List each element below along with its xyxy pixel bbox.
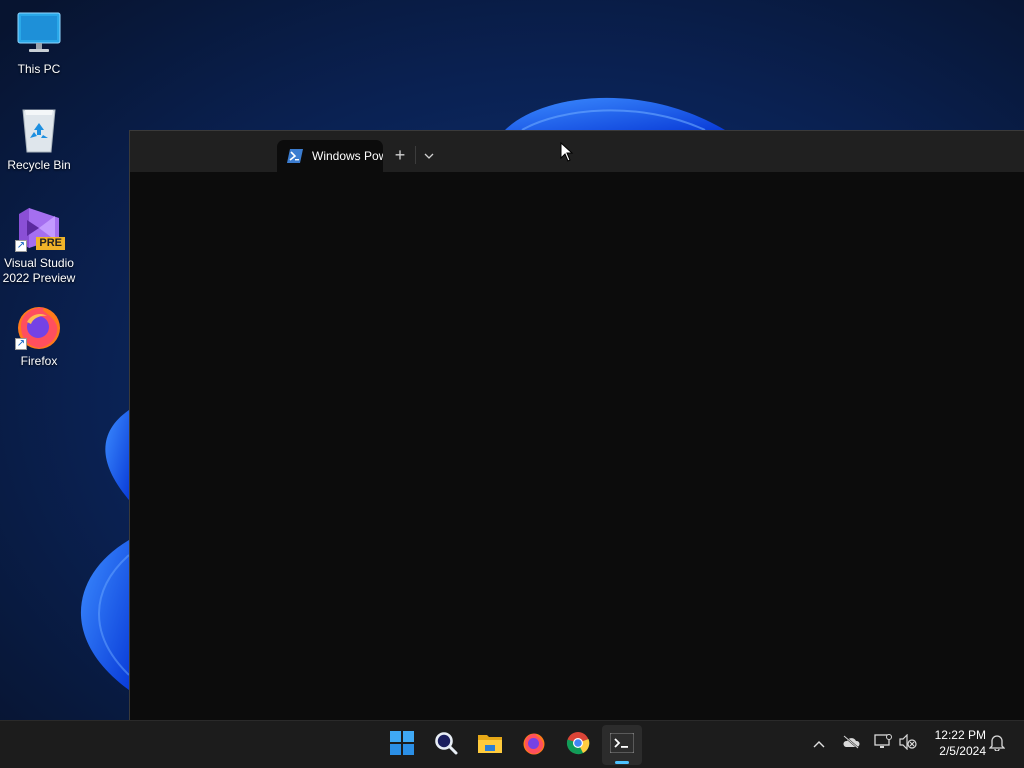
tab-windows-powershell[interactable]: Windows PowerShell xyxy=(277,140,383,172)
visual-studio-icon: PRE ↗ xyxy=(15,204,65,252)
clock-time: 12:22 PM xyxy=(934,728,986,742)
monitor-icon xyxy=(15,10,63,58)
desktop-icon-label: This PC xyxy=(17,62,61,76)
terminal-icon xyxy=(609,732,635,758)
desktop-icon-recycle-bin[interactable]: Recycle Bin xyxy=(0,106,78,173)
clock[interactable]: 12:22 PM 2/5/2024 xyxy=(926,727,986,763)
clock-date: 2/5/2024 xyxy=(939,744,986,758)
terminal-content-area[interactable] xyxy=(130,172,1024,720)
notification-bell-icon xyxy=(988,733,1006,756)
desktop-icon-label: Firefox xyxy=(20,354,58,368)
network-icon xyxy=(874,733,892,755)
taskbar-chrome[interactable] xyxy=(558,725,598,765)
terminal-window[interactable]: Windows PowerShell + xyxy=(129,130,1024,720)
running-indicator xyxy=(615,761,629,764)
taskbar-firefox[interactable] xyxy=(514,725,554,765)
preview-badge: PRE xyxy=(36,237,65,250)
shortcut-arrow-icon: ↗ xyxy=(15,338,27,350)
volume-tray-button[interactable] xyxy=(897,733,919,755)
show-hidden-icons-button[interactable] xyxy=(808,733,830,755)
desktop-icon-firefox[interactable]: ↗ Firefox xyxy=(0,302,78,369)
notification-button[interactable] xyxy=(986,733,1008,755)
terminal-titlebar[interactable]: Windows PowerShell + xyxy=(130,131,1024,172)
shortcut-arrow-icon: ↗ xyxy=(15,240,27,252)
new-tab-button[interactable]: + xyxy=(388,143,412,167)
windows-logo-icon xyxy=(390,730,414,760)
taskbar-terminal[interactable] xyxy=(602,725,642,765)
desktop-icon-label: Visual Studio 2022 Preview xyxy=(2,256,76,285)
start-button[interactable] xyxy=(382,725,422,765)
search-icon xyxy=(434,731,458,760)
tab-title: Windows PowerShell xyxy=(312,149,383,163)
plus-icon: + xyxy=(394,144,406,165)
chevron-down-icon xyxy=(424,146,434,164)
tab-dropdown-button[interactable] xyxy=(418,143,440,167)
chrome-icon xyxy=(566,731,590,760)
network-tray-button[interactable] xyxy=(872,733,894,755)
taskbar: 12:22 PM 2/5/2024 xyxy=(0,720,1024,768)
chevron-up-icon xyxy=(813,735,825,753)
firefox-icon: ↗ xyxy=(15,302,63,350)
taskbar-file-explorer[interactable] xyxy=(470,725,510,765)
search-button[interactable] xyxy=(426,725,466,765)
firefox-icon xyxy=(522,731,546,760)
onedrive-tray-button[interactable] xyxy=(840,733,862,755)
desktop-icon-visual-studio[interactable]: PRE ↗ Visual Studio 2022 Preview xyxy=(0,204,78,286)
onedrive-icon xyxy=(842,734,860,754)
volume-muted-icon xyxy=(899,733,917,755)
powershell-icon xyxy=(287,149,303,163)
recycle-bin-icon xyxy=(15,106,63,154)
desktop-icon-label: Recycle Bin xyxy=(7,158,71,172)
tab-divider xyxy=(415,146,416,164)
desktop-icon-this-pc[interactable]: This PC xyxy=(0,10,78,77)
folder-icon xyxy=(477,732,503,759)
